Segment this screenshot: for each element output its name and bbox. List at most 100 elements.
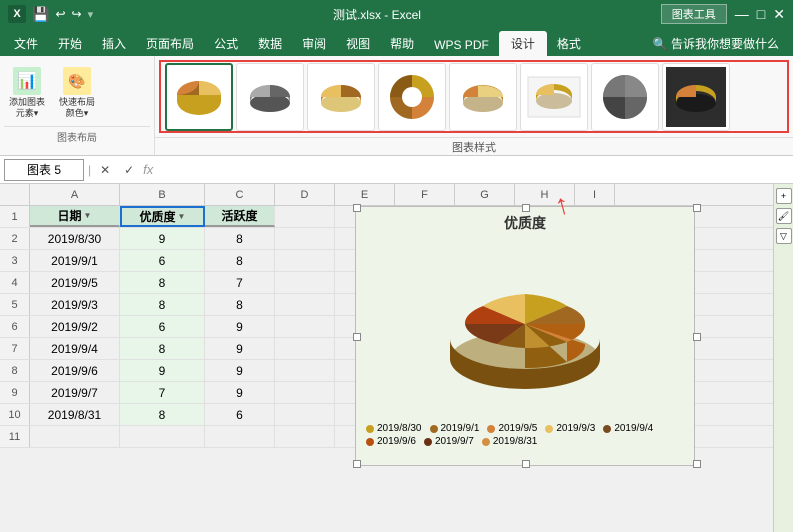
chart-style-2[interactable] (236, 63, 304, 131)
col-header-b[interactable]: B (120, 184, 205, 205)
chart-handle-bl[interactable] (353, 460, 361, 468)
legend-dot-8 (482, 438, 490, 446)
cell-c10[interactable]: 6 (205, 404, 275, 425)
tab-design[interactable]: 设计 (499, 31, 547, 56)
row-num-1[interactable]: 1 (0, 206, 30, 227)
cell-a6[interactable]: 2019/9/2 (30, 316, 120, 337)
cell-a10[interactable]: 2019/8/31 (30, 404, 120, 425)
dropdown-arrow-b1[interactable]: ▼ (178, 212, 186, 221)
sidebar-btn-brush[interactable]: 🖌 (776, 208, 792, 224)
cell-a4[interactable]: 2019/9/5 (30, 272, 120, 293)
fx-label: fx (143, 162, 153, 177)
legend-item-7: 2019/9/7 (424, 436, 474, 447)
cell-c11[interactable] (205, 426, 275, 447)
chart-tools-label: 图表工具 — □ ✕ (661, 4, 785, 24)
excel-icon: X (8, 5, 26, 23)
cell-a1[interactable]: 日期▼ (30, 206, 120, 227)
cell-a8[interactable]: 2019/9/6 (30, 360, 120, 381)
chart-style-3[interactable] (307, 63, 375, 131)
formula-sep: | (88, 163, 91, 177)
col-header-g[interactable]: G (455, 184, 515, 205)
cell-b11[interactable] (120, 426, 205, 447)
tab-format[interactable]: 格式 (547, 31, 591, 56)
save-icon[interactable]: 💾 (32, 6, 49, 23)
cell-b1[interactable]: 优质度▼ (120, 206, 205, 227)
cell-b3[interactable]: 6 (120, 250, 205, 271)
col-header-d[interactable]: D (275, 184, 335, 205)
cell-a9[interactable]: 2019/9/7 (30, 382, 120, 403)
chart-handle-tr[interactable] (693, 204, 701, 212)
cell-d1[interactable] (275, 206, 335, 227)
cell-b8[interactable]: 9 (120, 360, 205, 381)
chart-style-7[interactable] (591, 63, 659, 131)
cell-d2[interactable] (275, 228, 335, 249)
cell-b4[interactable]: 8 (120, 272, 205, 293)
cell-c4[interactable]: 7 (205, 272, 275, 293)
tab-formula[interactable]: 公式 (204, 31, 248, 56)
chart-handle-br[interactable] (693, 460, 701, 468)
tab-help[interactable]: 帮助 (380, 31, 424, 56)
undo-icon[interactable]: ↩ (55, 7, 65, 21)
tab-data[interactable]: 数据 (248, 31, 292, 56)
cell-a2[interactable]: 2019/8/30 (30, 228, 120, 249)
tab-review[interactable]: 审阅 (292, 31, 336, 56)
chart-style-8[interactable] (662, 63, 730, 131)
cell-a5[interactable]: 2019/9/3 (30, 294, 120, 315)
legend-item-4: 2019/9/3 (545, 423, 595, 434)
cell-a7[interactable]: 2019/9/4 (30, 338, 120, 359)
chart-handle-ml[interactable] (353, 333, 361, 341)
name-box[interactable] (4, 159, 84, 181)
tab-view[interactable]: 视图 (336, 31, 380, 56)
chart-handle-bm[interactable] (522, 460, 530, 468)
cell-b10[interactable]: 8 (120, 404, 205, 425)
chart-handle-mr[interactable] (693, 333, 701, 341)
cell-c7[interactable]: 9 (205, 338, 275, 359)
cell-c9[interactable]: 9 (205, 382, 275, 403)
quick-layout-button[interactable]: 🎨 快速布局颜色▾ (54, 62, 100, 122)
cell-b9[interactable]: 7 (120, 382, 205, 403)
cell-c1[interactable]: 活跃度 (205, 206, 275, 227)
chart-handle-tm[interactable] (522, 204, 530, 212)
tab-wps[interactable]: WPS PDF (424, 34, 499, 56)
cancel-formula-btn[interactable]: ✕ (95, 160, 115, 180)
redo-icon[interactable]: ↪ (72, 7, 82, 21)
legend-item-1: 2019/8/30 (366, 423, 422, 434)
cell-c5[interactable]: 8 (205, 294, 275, 315)
chart-style-5[interactable] (449, 63, 517, 131)
confirm-formula-btn[interactable]: ✓ (119, 160, 139, 180)
cell-b6[interactable]: 6 (120, 316, 205, 337)
chart-style-4[interactable] (378, 63, 446, 131)
formula-bar: | ✕ ✓ fx (0, 156, 793, 184)
col-header-e[interactable]: E (335, 184, 395, 205)
dropdown-arrow-a1[interactable]: ▼ (84, 211, 92, 220)
cell-b5[interactable]: 8 (120, 294, 205, 315)
tab-search[interactable]: 🔍 告诉我你想要做什么 (643, 31, 789, 56)
tab-layout[interactable]: 页面布局 (136, 31, 204, 56)
add-chart-element-button[interactable]: 📊 添加图表元素▾ (4, 62, 50, 122)
cell-b7[interactable]: 8 (120, 338, 205, 359)
chart-handle-tl[interactable] (353, 204, 361, 212)
chart-container[interactable]: 优质度 (355, 206, 695, 466)
cell-a11[interactable] (30, 426, 120, 447)
col-header-a[interactable]: A (30, 184, 120, 205)
cell-a3[interactable]: 2019/9/1 (30, 250, 120, 271)
cell-c8[interactable]: 9 (205, 360, 275, 381)
formula-input[interactable] (157, 159, 789, 181)
chart-style-6[interactable] (520, 63, 588, 131)
col-header-h[interactable]: H (515, 184, 575, 205)
col-header-f[interactable]: F (395, 184, 455, 205)
tab-insert[interactable]: 插入 (92, 31, 136, 56)
col-header-c[interactable]: C (205, 184, 275, 205)
sidebar-btn-filter[interactable]: ▽ (776, 228, 792, 244)
tab-home[interactable]: 开始 (48, 31, 92, 56)
cell-c2[interactable]: 8 (205, 228, 275, 249)
sidebar-btn-plus[interactable]: + (776, 188, 792, 204)
cell-b2[interactable]: 9 (120, 228, 205, 249)
legend-item-2: 2019/9/1 (430, 423, 480, 434)
cell-c6[interactable]: 9 (205, 316, 275, 337)
chart-style-1[interactable] (165, 63, 233, 131)
cell-c3[interactable]: 8 (205, 250, 275, 271)
col-header-i[interactable]: I (575, 184, 615, 205)
tab-file[interactable]: 文件 (4, 31, 48, 56)
ribbon: 📊 添加图表元素▾ 🎨 快速布局颜色▾ 图表布局 (0, 56, 793, 156)
